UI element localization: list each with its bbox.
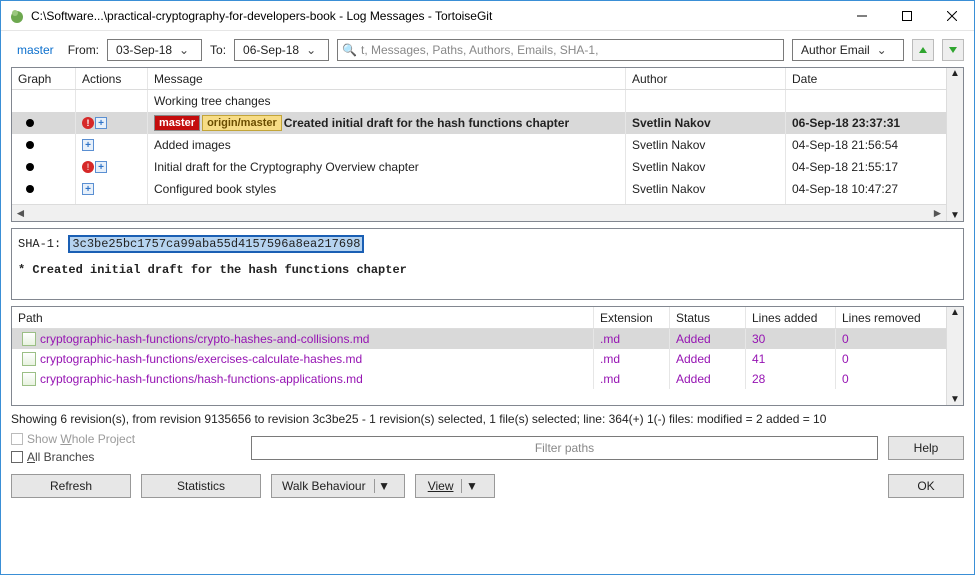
file-row[interactable]: cryptographic-hash-functions/hash-functi…	[12, 369, 946, 389]
branch-badge: origin/master	[202, 115, 282, 131]
files-grid: Path Extension Status Lines added Lines …	[11, 306, 964, 406]
add-icon: +	[82, 139, 94, 151]
filter-type-combo[interactable]: Author Email⌄	[792, 39, 904, 61]
statistics-button[interactable]: Statistics	[141, 474, 261, 498]
chevron-down-icon: ▼	[461, 479, 481, 493]
scroll-down-button[interactable]	[942, 39, 964, 61]
add-icon: +	[95, 117, 107, 129]
col-author[interactable]: Author	[626, 68, 786, 89]
file-row[interactable]: cryptographic-hash-functions/crypto-hash…	[12, 329, 946, 349]
maximize-button[interactable]	[884, 2, 929, 30]
show-whole-checkbox: Show Whole Project	[11, 432, 241, 446]
add-icon: +	[95, 161, 107, 173]
col-date[interactable]: Date	[786, 68, 946, 89]
scroll-left-icon[interactable]: ◄	[12, 206, 29, 220]
commit-grid: Graph Actions Message Author Date Workin…	[11, 67, 964, 222]
file-icon	[22, 352, 36, 366]
status-line: Showing 6 revision(s), from revision 913…	[11, 412, 964, 426]
file-row[interactable]: cryptographic-hash-functions/exercises-c…	[12, 349, 946, 369]
fcol-ext[interactable]: Extension	[594, 307, 670, 328]
app-window: C:\Software...\practical-cryptography-fo…	[0, 0, 975, 575]
tortoisegit-icon	[9, 8, 25, 24]
minimize-button[interactable]	[839, 2, 884, 30]
scroll-down-icon[interactable]: ▼	[950, 394, 960, 405]
to-date-combo[interactable]: 06-Sep-18⌄	[234, 39, 329, 61]
view-button[interactable]: View▼	[415, 474, 495, 498]
branch-badge: master	[154, 115, 200, 131]
search-input[interactable]: 🔍 t, Messages, Paths, Authors, Emails, S…	[337, 39, 784, 61]
files-vertical-scrollbar[interactable]: ▲ ▼	[946, 307, 963, 405]
file-icon	[22, 372, 36, 386]
search-icon: 🔍	[342, 43, 357, 57]
fcol-path[interactable]: Path	[12, 307, 594, 328]
window-title: C:\Software...\practical-cryptography-fo…	[31, 9, 839, 23]
alert-icon: !	[82, 117, 94, 129]
col-graph[interactable]: Graph	[12, 68, 76, 89]
commit-row[interactable]: +Added imagesSvetlin Nakov04-Sep-18 21:5…	[12, 134, 946, 156]
bottom-row1: Show Whole Project All Branches Filter p…	[11, 432, 964, 464]
col-message[interactable]: Message	[148, 68, 626, 89]
sha-value[interactable]: 3c3be25bc1757ca99aba55d4157596a8ea217698	[68, 235, 364, 253]
sha-label: SHA-1:	[18, 237, 61, 251]
commit-message: * Created initial draft for the hash fun…	[18, 263, 407, 277]
alert-icon: !	[82, 161, 94, 173]
chevron-down-icon: ⌄	[176, 43, 192, 57]
chevron-down-icon: ⌄	[874, 43, 890, 57]
toolbar: master From: 03-Sep-18⌄ To: 06-Sep-18⌄ 🔍…	[11, 39, 964, 61]
titlebar: C:\Software...\practical-cryptography-fo…	[1, 1, 974, 31]
fcol-lr[interactable]: Lines removed	[836, 307, 946, 328]
scroll-down-icon[interactable]: ▼	[950, 210, 960, 221]
grid-body: Working tree changes!+masterorigin/maste…	[12, 90, 946, 204]
scroll-up-icon[interactable]: ▲	[950, 307, 960, 318]
vertical-scrollbar[interactable]: ▲ ▼	[946, 68, 963, 221]
scroll-up-button[interactable]	[912, 39, 934, 61]
horizontal-scrollbar[interactable]: ◄ ►	[12, 204, 946, 221]
from-label: From:	[68, 43, 99, 57]
files-header: Path Extension Status Lines added Lines …	[12, 307, 946, 329]
chevron-down-icon: ⌄	[303, 43, 319, 57]
from-date-combo[interactable]: 03-Sep-18⌄	[107, 39, 202, 61]
to-label: To:	[210, 43, 226, 57]
close-button[interactable]	[929, 2, 974, 30]
fcol-la[interactable]: Lines added	[746, 307, 836, 328]
commit-row[interactable]: +Configured book stylesSvetlin Nakov04-S…	[12, 178, 946, 200]
chevron-down-icon: ▼	[374, 479, 394, 493]
commit-detail[interactable]: SHA-1: 3c3be25bc1757ca99aba55d4157596a8e…	[11, 228, 964, 300]
filter-paths-input[interactable]: Filter paths	[251, 436, 878, 460]
branch-link[interactable]: master	[11, 43, 60, 57]
scroll-right-icon[interactable]: ►	[929, 206, 946, 220]
all-branches-checkbox[interactable]: All Branches	[11, 450, 241, 464]
commit-row[interactable]: !+masterorigin/master Created initial dr…	[12, 112, 946, 134]
file-icon	[22, 332, 36, 346]
refresh-button[interactable]: Refresh	[11, 474, 131, 498]
help-button[interactable]: Help	[888, 436, 964, 460]
fcol-status[interactable]: Status	[670, 307, 746, 328]
ok-button[interactable]: OK	[888, 474, 964, 498]
button-row: Refresh Statistics Walk Behaviour▼ View▼…	[11, 474, 964, 498]
col-actions[interactable]: Actions	[76, 68, 148, 89]
files-body: cryptographic-hash-functions/crypto-hash…	[12, 329, 946, 389]
commit-row[interactable]: !+Initial draft for the Cryptography Ove…	[12, 156, 946, 178]
commit-row[interactable]: Working tree changes	[12, 90, 946, 112]
walk-behaviour-button[interactable]: Walk Behaviour▼	[271, 474, 405, 498]
scroll-up-icon[interactable]: ▲	[950, 68, 960, 79]
add-icon: +	[82, 183, 94, 195]
grid-header: Graph Actions Message Author Date	[12, 68, 946, 90]
